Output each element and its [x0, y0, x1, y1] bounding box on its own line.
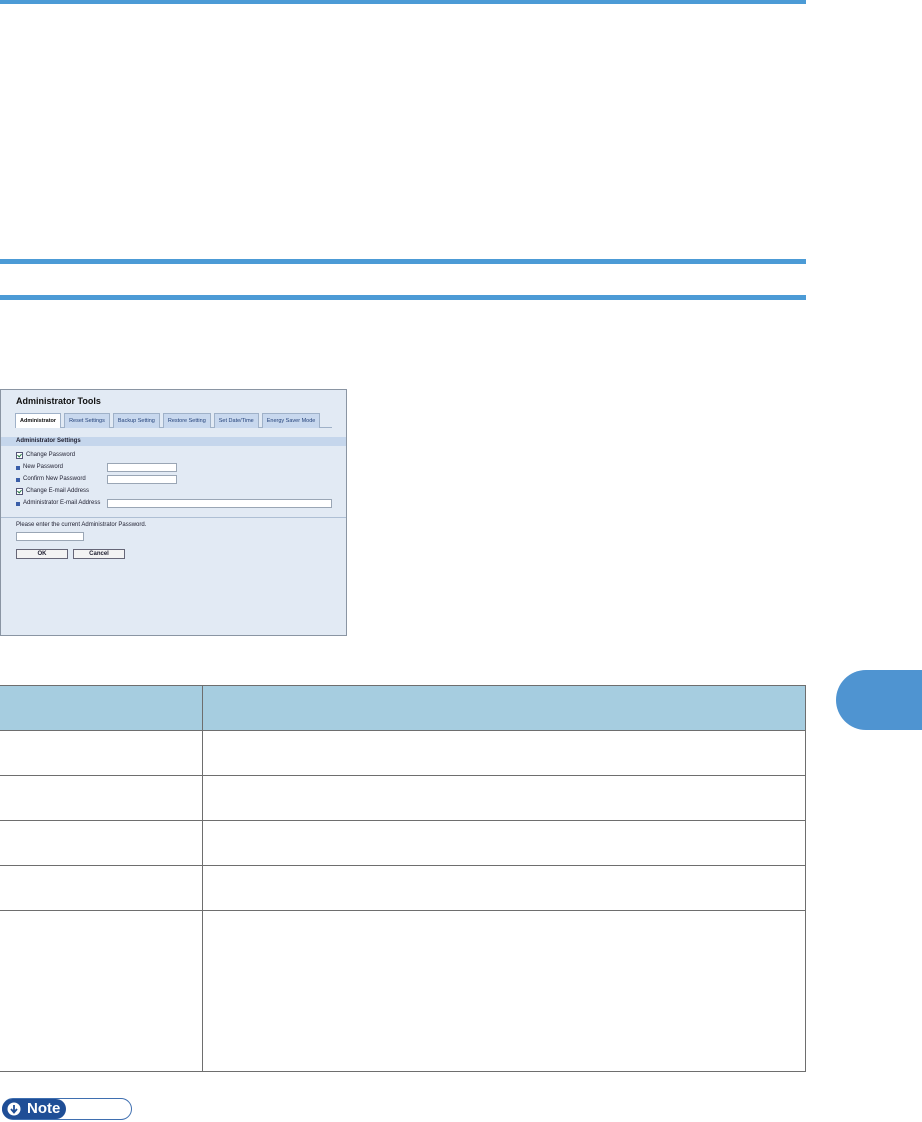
- table-cell: [0, 865, 203, 911]
- table-header-row: [0, 685, 806, 731]
- table-header-cell: [0, 685, 203, 731]
- table-cell: [0, 820, 203, 866]
- table-header-cell: [202, 685, 806, 731]
- top-rule: [0, 0, 806, 4]
- table-row: [0, 775, 806, 821]
- note-heading: Note: [2, 1098, 132, 1120]
- table-cell: [202, 865, 806, 911]
- new-password-label: New Password: [23, 464, 64, 470]
- note-label: Note: [25, 1099, 67, 1119]
- admin-email-input[interactable]: [107, 499, 332, 508]
- screenshot-title: Administrator Tools: [16, 396, 101, 406]
- tab-administrator[interactable]: Administrator: [15, 413, 62, 428]
- administrator-tools-screenshot: Administrator Tools Administrator Reset …: [0, 389, 347, 636]
- new-password-input[interactable]: [107, 463, 177, 472]
- table-cell: [202, 775, 806, 821]
- section-rule-lower: [0, 295, 806, 300]
- tab-reset-settings[interactable]: Reset Settings: [64, 413, 110, 428]
- bullet-icon: [16, 501, 20, 506]
- confirm-password-row: Confirm New Password: [16, 475, 86, 484]
- section-header: Administrator Settings: [1, 437, 346, 446]
- bullet-icon: [16, 477, 20, 482]
- table-cell: [0, 775, 203, 821]
- table-cell: [202, 730, 806, 776]
- tab-energy-saver-mode[interactable]: Energy Saver Mode: [261, 413, 321, 428]
- change-email-label: Change E-mail Address: [26, 488, 90, 494]
- bullet-icon: [16, 465, 20, 470]
- table-row: [0, 730, 806, 776]
- settings-table: [0, 685, 806, 1072]
- cancel-button[interactable]: Cancel: [73, 549, 125, 559]
- divider: [1, 517, 346, 518]
- change-password-row[interactable]: Change Password: [16, 451, 75, 460]
- current-password-input[interactable]: [16, 532, 84, 541]
- current-password-prompt: Please enter the current Administrator P…: [16, 522, 147, 528]
- tab-set-date-time[interactable]: Set Date/Time: [213, 413, 259, 428]
- confirm-password-input[interactable]: [107, 475, 177, 484]
- ok-button[interactable]: OK: [16, 549, 68, 559]
- change-email-row[interactable]: Change E-mail Address: [16, 487, 89, 496]
- tab-restore-setting[interactable]: Restore Setting: [162, 413, 211, 428]
- change-password-checkbox[interactable]: [16, 452, 23, 459]
- table-row: [0, 865, 806, 911]
- admin-email-row: Administrator E-mail Address: [16, 499, 100, 508]
- confirm-password-label: Confirm New Password: [23, 476, 86, 482]
- down-arrow-icon: [2, 1099, 25, 1119]
- chapter-tab: [836, 670, 922, 730]
- table-cell: [0, 910, 203, 1072]
- table-cell: [202, 910, 806, 1072]
- table-row: [0, 910, 806, 1072]
- table-cell: [202, 820, 806, 866]
- section-rule-upper: [0, 259, 806, 264]
- table-row: [0, 820, 806, 866]
- admin-email-label: Administrator E-mail Address: [23, 500, 101, 506]
- table-cell: [0, 730, 203, 776]
- change-password-label: Change Password: [26, 452, 76, 458]
- change-email-checkbox[interactable]: [16, 488, 23, 495]
- tab-backup-setting[interactable]: Backup Setting: [112, 413, 160, 428]
- new-password-row: New Password: [16, 463, 63, 472]
- screenshot-tab-bar: Administrator Reset Settings Backup Sett…: [15, 413, 332, 428]
